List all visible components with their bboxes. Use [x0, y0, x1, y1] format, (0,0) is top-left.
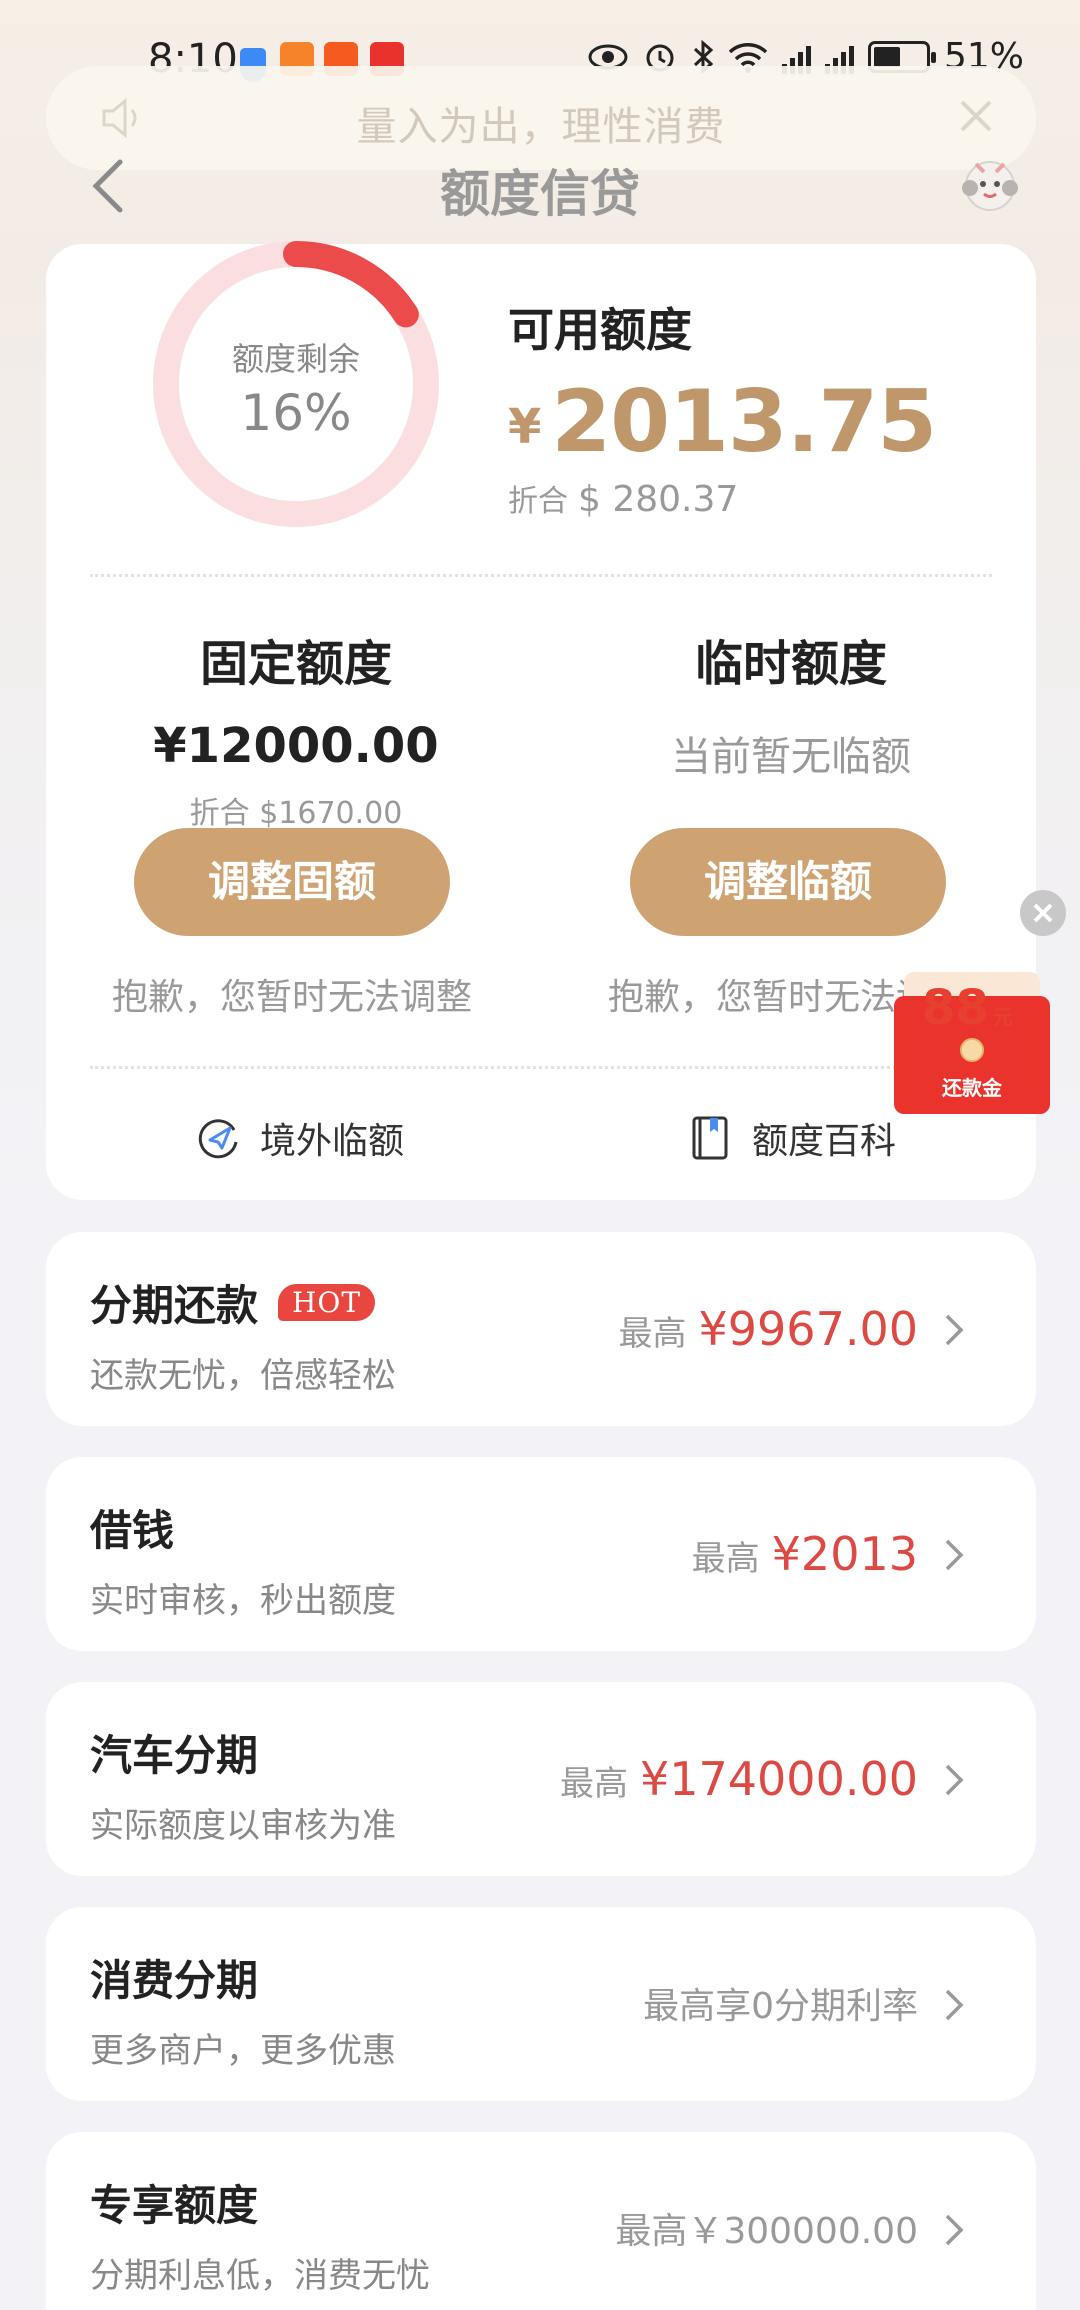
product-max: 最高￥300000.00: [615, 2202, 918, 2254]
product-subtitle: 分期利息低，消费无忧: [90, 2256, 430, 2296]
product-card-exclusive-limit[interactable]: 专享额度 分期利息低，消费无忧 最高￥300000.00: [46, 2132, 1036, 2310]
close-icon[interactable]: [952, 92, 1000, 140]
product-title-text: 消费分期: [90, 1956, 259, 2005]
product-max: 最高 ¥174000.00: [560, 1752, 918, 1806]
temp-adjust-note: 抱歉，您暂时无法调整: [608, 977, 938, 1018]
product-max-prefix: 最高: [691, 1539, 760, 1579]
available-amount-value: 2013.75: [551, 372, 937, 472]
chevron-right-icon: [945, 1314, 964, 1346]
product-max-value: ¥2013: [771, 1527, 918, 1581]
product-max-prefix: 最高: [559, 1764, 628, 1804]
page-title: 额度信贷: [440, 165, 640, 223]
fixed-limit-amount: ¥12000.00: [153, 718, 439, 774]
available-converted: 折合 $ 280.37: [508, 476, 738, 520]
product-max-value: 最高享0分期利率: [643, 1986, 918, 2027]
fixed-limit-section: 固定额度 ¥12000.00 折合 $1670.00: [86, 624, 506, 832]
product-max: 最高 ¥9967.00: [619, 1302, 919, 1356]
red-packet-float[interactable]: 88 元 还款金: [894, 972, 1050, 1114]
credit-summary-card: 额度剩余 16% 可用额度 ¥2013.75 折合 $ 280.37 固定额度 ¥…: [46, 241, 1036, 1200]
product-title: 专享额度: [90, 2172, 258, 2233]
product-subtitle: 实时审核，秒出额度: [90, 1581, 396, 1621]
notice-text: 量入为出，理性消费: [356, 104, 726, 150]
overseas-limit-label: 境外临额: [260, 1121, 405, 1162]
adjust-fixed-button[interactable]: 调整固额: [134, 828, 450, 936]
product-subtitle: 实际额度以审核为准: [90, 1806, 396, 1846]
red-packet-label: 还款金: [942, 1076, 1002, 1100]
product-title-text: 分期还款: [90, 1281, 259, 1330]
available-label: 可用额度: [508, 303, 692, 357]
chevron-right-icon: [945, 1764, 964, 1796]
divider: [90, 1066, 992, 1069]
product-max-prefix: 最高: [618, 1314, 687, 1354]
chevron-right-icon: [945, 2214, 964, 2246]
currency-symbol: ¥: [508, 399, 542, 455]
overseas-limit-link[interactable]: 境外临额: [194, 1112, 404, 1164]
limit-wiki-label: 额度百科: [752, 1121, 897, 1162]
chevron-right-icon: [945, 1539, 964, 1571]
available-amount: ¥2013.75: [508, 372, 937, 472]
product-max-value: ¥9967.00: [698, 1302, 919, 1356]
book-icon: [692, 1116, 728, 1160]
product-subtitle: 更多商户，更多优惠: [90, 2031, 396, 2071]
product-max: 最高享0分期利率: [643, 1977, 918, 2029]
temp-limit-none: 当前暂无临额: [671, 734, 911, 780]
quick-links: 境外临额 额度百科: [46, 1112, 1036, 1172]
ring-label: 额度剩余: [231, 340, 360, 378]
hot-badge: HOT: [278, 1284, 376, 1321]
assistant-mascot-icon[interactable]: [956, 150, 1024, 218]
temp-limit-section: 临时额度 当前暂无临额: [581, 624, 1001, 804]
red-packet-amount-value: 88: [922, 980, 989, 1036]
divider: [90, 574, 992, 577]
red-packet-unit: 元: [992, 1005, 1013, 1029]
fixed-limit-converted: 折合 $1670.00: [189, 796, 403, 831]
product-title-text: 汽车分期: [90, 1731, 259, 1780]
product-card-borrow[interactable]: 借钱 实时审核，秒出额度 最高 ¥2013: [46, 1457, 1036, 1651]
adjust-temp-button[interactable]: 调整临额: [630, 828, 946, 936]
red-packet-close-button[interactable]: [1020, 890, 1066, 936]
ring-percent: 16%: [240, 384, 352, 442]
chevron-right-icon: [945, 1989, 964, 2021]
product-max-value: ¥174000.00: [639, 1752, 918, 1806]
product-title: 汽车分期: [90, 1722, 258, 1783]
product-title-text: 专享额度: [90, 2181, 259, 2230]
product-max: 最高 ¥2013: [692, 1527, 918, 1581]
coin-icon: [960, 1038, 984, 1062]
conv-amount: $ 280.37: [578, 479, 739, 520]
product-card-car-installment[interactable]: 汽车分期 实际额度以审核为准 最高 ¥174000.00: [46, 1682, 1036, 1876]
product-title: 借钱: [90, 1497, 174, 1558]
product-title: 消费分期: [90, 1947, 258, 2008]
fixed-limit-title: 固定额度: [199, 636, 392, 692]
page: 8:10 51% 量入为出，理性消费 额度信贷 额度剩余 16% 可用额度 ¥ …: [0, 0, 1080, 2310]
close-icon: [1033, 903, 1053, 923]
plane-globe-icon: [198, 1119, 238, 1159]
limit-wiki-link[interactable]: 额度百科: [686, 1112, 896, 1164]
product-title: 分期还款 HOT: [90, 1272, 376, 1333]
temp-limit-title: 临时额度: [694, 636, 887, 692]
conv-prefix: 折合: [508, 484, 568, 519]
product-max-value: 最高￥300000.00: [615, 2211, 918, 2252]
product-card-consumer-installment[interactable]: 消费分期 更多商户，更多优惠 最高享0分期利率: [46, 1907, 1036, 2101]
fixed-adjust-note: 抱歉，您暂时无法调整: [112, 977, 473, 1018]
product-title-text: 借钱: [90, 1506, 175, 1555]
product-subtitle: 还款无忧，倍感轻松: [90, 1356, 396, 1396]
red-packet-amount: 88 元: [922, 980, 1013, 1036]
product-card-installment-repay[interactable]: 分期还款 HOT 还款无忧，倍感轻松 最高 ¥9967.00: [46, 1232, 1036, 1426]
